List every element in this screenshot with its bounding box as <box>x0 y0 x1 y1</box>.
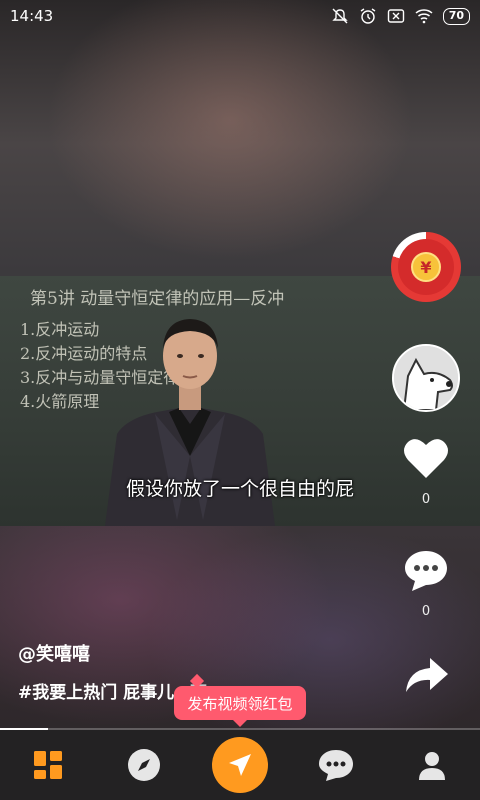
tab-messages[interactable] <box>308 737 364 793</box>
wifi-icon <box>415 9 433 24</box>
send-icon <box>229 754 251 776</box>
tab-post[interactable] <box>212 737 268 793</box>
mute-bell-icon <box>331 8 348 24</box>
bottom-tab-bar <box>0 730 480 800</box>
board-line: 4.火箭原理 <box>20 392 100 411</box>
tab-discover[interactable] <box>116 737 172 793</box>
battery-icon: 70 <box>442 7 470 25</box>
coin-icon: ¥ <box>411 252 441 282</box>
reward-coin-button[interactable]: ¥ <box>388 232 464 304</box>
comment-button[interactable]: 0 <box>388 548 464 619</box>
author-name[interactable]: @笑嘻嘻 <box>18 640 90 666</box>
video-caption[interactable]: #我要上热门 屁事儿 <box>18 678 174 703</box>
author-avatar-button[interactable] <box>388 344 464 412</box>
like-count: 0 <box>421 492 431 507</box>
share-icon <box>406 658 448 692</box>
dog-avatar-icon <box>394 346 458 410</box>
publish-reward-label: 发布视频领红包 <box>187 694 293 713</box>
comment-count: 0 <box>421 604 431 619</box>
status-bar: 14:43 70 <box>0 0 480 32</box>
publish-reward-tooltip[interactable]: 发布视频领红包 <box>174 673 306 727</box>
status-time: 14:43 <box>10 7 54 25</box>
tab-home[interactable] <box>20 737 76 793</box>
grid-icon <box>34 751 62 779</box>
board-line: 1.反冲运动 <box>20 320 100 339</box>
profile-icon <box>419 752 445 780</box>
like-button[interactable]: 0 <box>388 436 464 507</box>
comment-icon <box>405 551 447 591</box>
compass-icon <box>128 749 160 781</box>
message-icon <box>319 750 353 781</box>
close-box-icon <box>387 9 404 23</box>
alarm-icon <box>360 8 376 24</box>
avatar <box>392 344 460 412</box>
status-icons: 70 <box>331 7 470 25</box>
heart-icon <box>404 439 448 478</box>
share-button[interactable] <box>388 656 464 696</box>
tab-profile[interactable] <box>404 737 460 793</box>
